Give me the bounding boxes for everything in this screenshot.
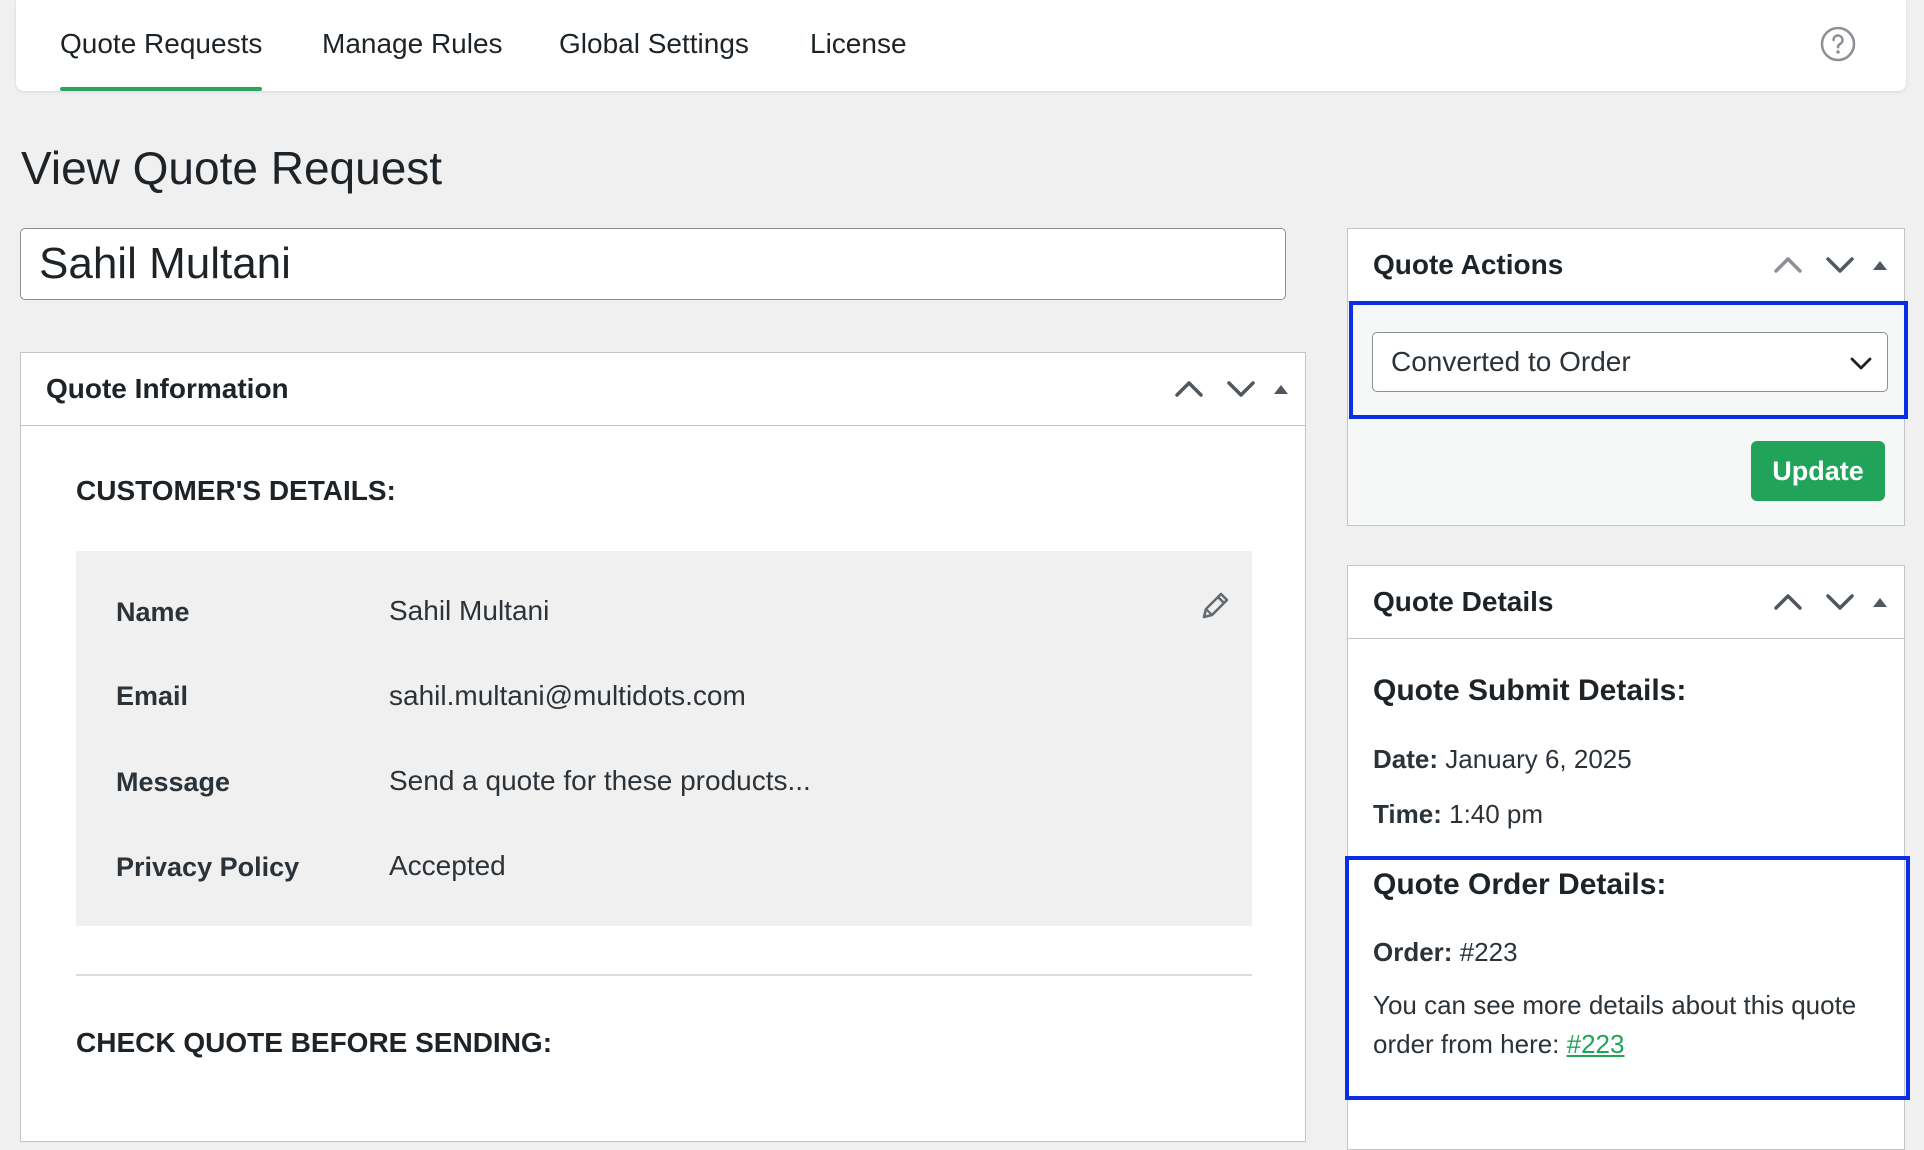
post-title-input[interactable] <box>20 228 1286 300</box>
header-controls <box>1770 247 1890 283</box>
postbox-header: Quote Details <box>1348 566 1904 639</box>
detail-label: Message <box>116 767 231 797</box>
collapse-toggle-icon[interactable] <box>1271 371 1291 407</box>
submit-date: Date: January 6, 2025 <box>1373 744 1632 775</box>
quote-actions-title: Quote Actions <box>1373 249 1564 280</box>
submit-time: Time: 1:40 pm <box>1373 799 1543 830</box>
detail-value: Sahil Multani <box>389 595 550 626</box>
tab-global-settings[interactable]: Global Settings <box>559 0 749 91</box>
detail-value: Accepted <box>389 850 506 881</box>
detail-value: Send a quote for these products... <box>389 765 811 796</box>
detail-label: Email <box>116 681 189 711</box>
tab-license[interactable]: License <box>810 0 907 91</box>
quote-information-title: Quote Information <box>46 373 289 404</box>
detail-label: Name <box>116 597 190 627</box>
page-title: View Quote Request <box>21 142 443 194</box>
quote-information-box: Quote Information CUSTOMER'S DETAILS: Na… <box>20 352 1306 1142</box>
detail-label: Privacy Policy <box>116 852 300 882</box>
question-circle-icon[interactable] <box>1820 26 1856 62</box>
header-controls <box>1770 584 1890 620</box>
move-up-icon[interactable] <box>1770 247 1806 283</box>
move-down-icon[interactable] <box>1822 584 1858 620</box>
check-quote-heading: CHECK QUOTE BEFORE SENDING: <box>76 1027 553 1058</box>
customer-details-heading: CUSTOMER'S DETAILS: <box>76 475 396 506</box>
section-divider <box>76 974 1252 976</box>
highlight-order-frame <box>1345 856 1910 1100</box>
postbox-header: Quote Information <box>21 353 1305 426</box>
top-navigation: Quote Requests Manage Rules Global Setti… <box>16 0 1906 91</box>
move-down-icon[interactable] <box>1822 247 1858 283</box>
customer-details-box: Name Sahil Multani Email sahil.multani@m… <box>76 551 1252 926</box>
date-value: January 6, 2025 <box>1445 744 1632 774</box>
postbox-header: Quote Actions <box>1348 229 1904 302</box>
quote-details-title: Quote Details <box>1373 586 1554 617</box>
header-controls <box>1171 371 1291 407</box>
time-label: Time: <box>1373 799 1442 829</box>
collapse-toggle-icon[interactable] <box>1870 247 1890 283</box>
pencil-icon[interactable] <box>1198 589 1232 623</box>
detail-value: sahil.multani@multidots.com <box>389 680 746 711</box>
time-value: 1:40 pm <box>1449 799 1544 829</box>
update-button[interactable]: Update <box>1751 441 1885 501</box>
date-label: Date: <box>1373 744 1439 774</box>
tab-quote-requests[interactable]: Quote Requests <box>60 0 263 91</box>
move-up-icon[interactable] <box>1171 371 1207 407</box>
tab-manage-rules[interactable]: Manage Rules <box>322 0 503 91</box>
move-up-icon[interactable] <box>1770 584 1806 620</box>
collapse-toggle-icon[interactable] <box>1870 584 1890 620</box>
move-down-icon[interactable] <box>1223 371 1259 407</box>
submit-details-heading: Quote Submit Details: <box>1373 674 1687 707</box>
highlight-status-frame <box>1349 301 1908 419</box>
